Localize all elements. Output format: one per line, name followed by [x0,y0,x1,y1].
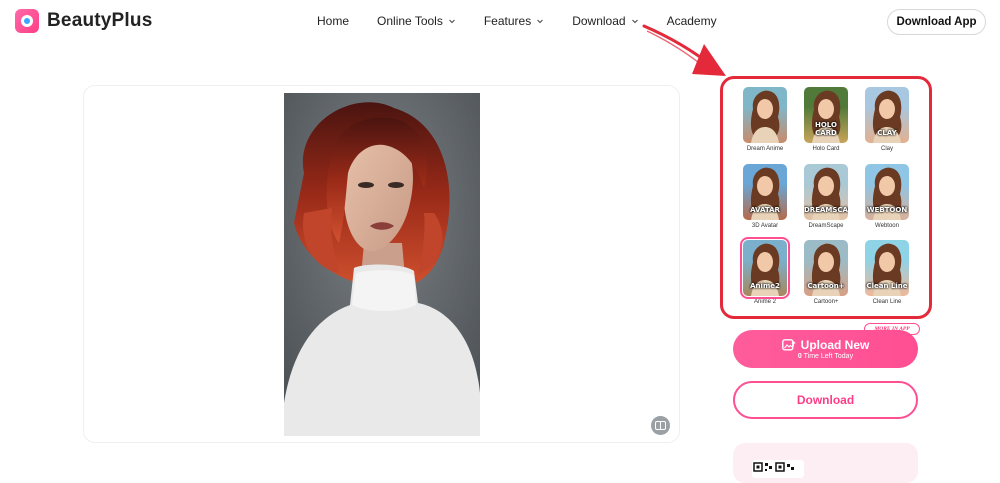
style-thumbnail: WEBTOON [865,164,909,220]
nav-item-label: Features [483,14,532,28]
upload-remaining-text: 0 Time Left Today [798,353,853,360]
style-option-dreamscape[interactable]: DREAMSCAPE DreamScape [801,164,851,229]
upload-new-button[interactable]: Upload New 0 Time Left Today [733,330,918,368]
chevron-down-icon [631,19,638,24]
beautyplus-logo-icon [15,9,39,33]
style-thumbnail: CLAY [865,87,909,143]
upload-image-icon [781,339,796,351]
nav-item-home[interactable]: Home [317,14,349,28]
nav-item-label: Home [317,14,350,28]
upload-remaining-count: 0 [797,353,802,360]
style-preview-figure [750,90,780,143]
style-option-label: Anime 2 [753,299,776,305]
download-button[interactable]: Download [733,381,918,419]
nav-item-download[interactable]: Download [572,14,638,28]
style-option-dream-anime[interactable]: Dream Anime [740,87,790,152]
brand-name: BeautyPlus [47,10,153,31]
style-thumbnail-caption: CLAY [877,129,897,137]
style-option-label: Webtoon [875,223,899,229]
portrait-image [284,93,480,436]
nav-item-online-tools[interactable]: Online Tools [377,14,456,28]
nav-item-label: Online Tools [377,14,443,28]
style-option-cartoon[interactable]: Cartoon+ Cartoon+ [801,240,851,305]
red-arrow-annotation [642,24,726,76]
chevron-down-icon [448,19,455,24]
style-option-anime-2[interactable]: Anime2 Anime 2 [740,237,790,305]
style-thumbnail: Cartoon+ [804,240,848,296]
compare-button[interactable] [651,416,670,435]
result-photo [284,93,480,436]
nav-item-label: Download [572,14,626,28]
top-nav-bar: BeautyPlus Home Online Tools Features Downl… [0,0,1000,44]
upload-new-label: Upload New [800,338,870,352]
style-option-clay[interactable]: CLAY Clay [862,87,912,152]
chevron-down-icon [537,19,544,24]
style-thumbnail: Anime2 [740,237,790,299]
qr-code [752,460,804,478]
qr-code-icon [753,462,794,472]
style-thumbnail [743,87,787,143]
style-picker-panel: Dream Anime HOLO CARD Holo Card CLAY Clay AVA… [720,76,932,319]
download-app-button[interactable]: Download App [887,9,986,35]
style-thumbnail-caption: WEBTOON [866,206,908,214]
style-thumbnail-caption: AVATAR [750,206,780,214]
style-thumbnail: AVATAR [743,164,787,220]
style-thumbnail: DREAMSCAPE [804,164,848,220]
style-thumbnail: HOLO CARD [804,87,848,143]
style-option-label: Dream Anime [746,146,784,152]
style-option-clean-line[interactable]: Clean Line Clean Line [862,240,912,305]
style-option-label: 3D Avatar [751,223,779,229]
style-option-3d-avatar[interactable]: AVATAR 3D Avatar [740,164,790,229]
style-thumbnail-caption: HOLO CARD [815,121,837,137]
style-thumbnail-caption: Anime2 [750,282,780,290]
style-option-label: Holo Card [812,146,840,152]
style-thumbnail-caption: Cartoon+ [807,282,845,290]
upload-remaining-label: Time Left Today [803,353,854,360]
style-option-holo-card[interactable]: HOLO CARD Holo Card [801,87,851,152]
brand-logo[interactable]: BeautyPlus [15,9,152,33]
nav-item-features[interactable]: Features [484,14,544,28]
style-thumbnail-caption: Clean Line [866,282,908,290]
style-option-label: Clay [880,146,893,152]
style-option-label: Clean Line [872,299,902,305]
style-option-label: DreamScape [808,223,844,229]
style-option-webtoon[interactable]: WEBTOON Webtoon [862,164,912,229]
style-thumbnail-caption: DREAMSCAPE [804,206,848,214]
style-thumbnail: Clean Line [865,240,909,296]
compare-icon [655,421,666,430]
style-option-label: Cartoon+ [813,299,839,305]
